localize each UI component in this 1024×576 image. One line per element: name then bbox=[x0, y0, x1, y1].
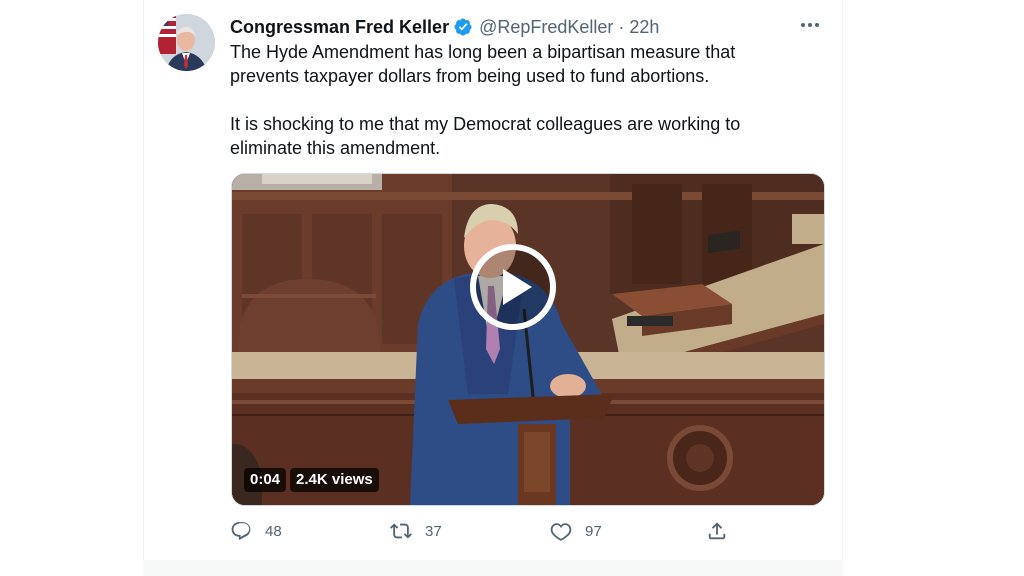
play-button[interactable] bbox=[470, 244, 556, 330]
more-options-icon[interactable] bbox=[800, 17, 820, 33]
share-button[interactable] bbox=[706, 520, 728, 542]
reply-button[interactable]: 48 bbox=[230, 520, 282, 542]
play-icon bbox=[470, 244, 556, 330]
video-player[interactable]: 0:04 2.4K views bbox=[231, 173, 825, 506]
video-duration: 0:04 bbox=[244, 468, 287, 492]
video-views: 2.4K views bbox=[290, 468, 379, 492]
timestamp[interactable]: 22h bbox=[629, 17, 659, 38]
like-button[interactable]: 97 bbox=[550, 520, 602, 542]
avatar[interactable] bbox=[158, 14, 215, 71]
separator-dot: · bbox=[618, 16, 625, 37]
retweet-icon bbox=[390, 523, 412, 539]
user-handle[interactable]: @RepFredKeller bbox=[479, 17, 613, 38]
like-count: 97 bbox=[585, 522, 602, 540]
tweet-paragraph: The Hyde Amendment has long been a bipar… bbox=[230, 42, 736, 86]
tweet-paragraph: It is shocking to me that my Democrat co… bbox=[230, 114, 741, 158]
video-thumbnail bbox=[232, 174, 824, 505]
verified-badge-icon bbox=[453, 17, 473, 37]
tweet-text: The Hyde Amendment has long been a bipar… bbox=[230, 40, 830, 160]
heart-icon bbox=[550, 523, 572, 541]
reply-icon bbox=[231, 522, 251, 541]
retweet-button[interactable]: 37 bbox=[390, 520, 442, 542]
tweet-card[interactable]: Congressman Fred Keller @RepFredKeller ·… bbox=[143, 0, 843, 560]
share-icon bbox=[708, 522, 726, 540]
retweet-count: 37 bbox=[425, 522, 442, 540]
display-name[interactable]: Congressman Fred Keller bbox=[230, 17, 449, 38]
reply-count: 48 bbox=[265, 522, 282, 540]
next-tweet-divider bbox=[143, 560, 843, 576]
video-info-overlay: 0:04 2.4K views bbox=[244, 468, 379, 492]
tweet-header: Congressman Fred Keller @RepFredKeller ·… bbox=[230, 15, 659, 39]
tweet-actions: 48 37 97 bbox=[230, 520, 750, 546]
avatar-photo bbox=[158, 14, 215, 71]
